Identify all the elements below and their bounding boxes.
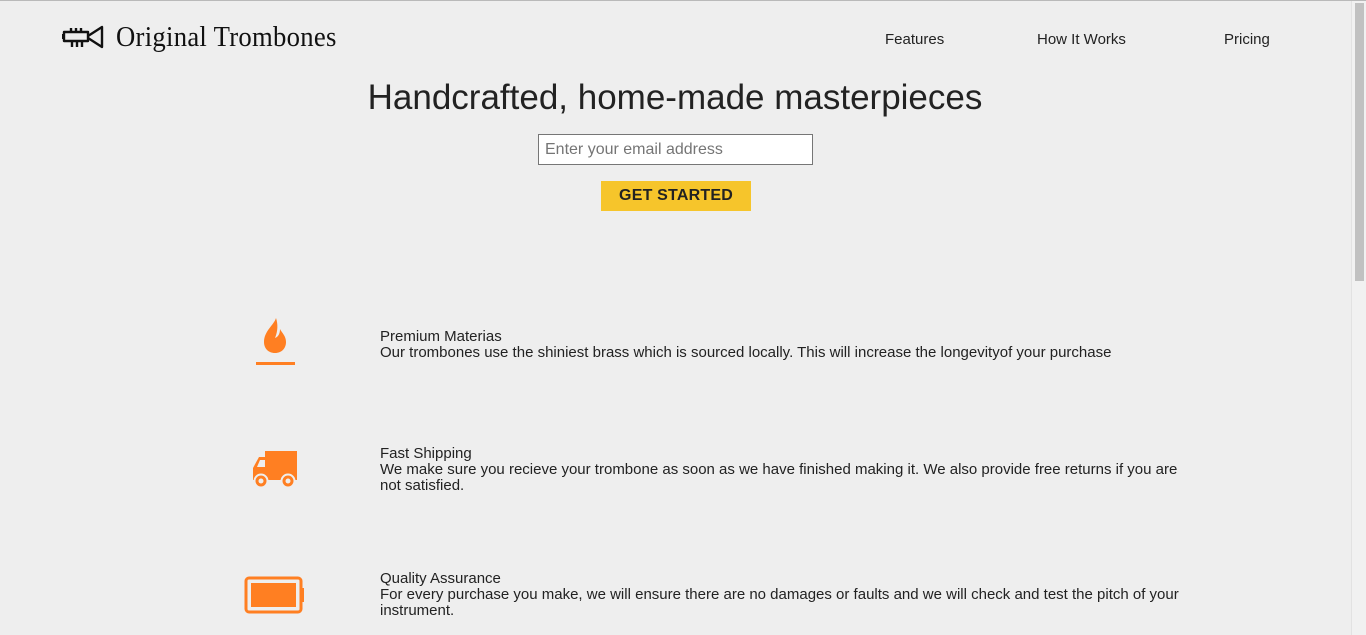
email-input[interactable]	[538, 134, 813, 165]
nav-link-how-it-works[interactable]: How It Works	[1037, 31, 1126, 48]
fire-icon	[256, 318, 295, 365]
feature-text: Quality Assurance For every purchase you…	[380, 571, 1180, 619]
vertical-scrollbar[interactable]	[1351, 1, 1366, 635]
feature-text: Fast Shipping We make sure you recieve y…	[380, 446, 1180, 494]
feature-title: Quality Assurance	[380, 570, 501, 587]
nav-link-pricing[interactable]: Pricing	[1224, 31, 1270, 48]
page: Original Trombones Features How It Works…	[0, 0, 1366, 635]
feature-description: Our trombones use the shiniest brass whi…	[380, 344, 1112, 361]
truck-icon	[253, 451, 297, 489]
get-started-button[interactable]: GET STARTED	[601, 181, 751, 211]
battery-icon	[244, 576, 304, 614]
feature-text: Premium Materias Our trombones use the s…	[380, 329, 1180, 361]
site-header: Original Trombones Features How It Works…	[0, 1, 1350, 71]
nav-link-features[interactable]: Features	[885, 31, 944, 48]
feature-title: Premium Materias	[380, 328, 502, 345]
feature-title: Fast Shipping	[380, 445, 472, 462]
hero-title: Handcrafted, home-made masterpieces	[367, 78, 983, 117]
feature-description: We make sure you recieve your trombone a…	[380, 461, 1178, 494]
feature-description: For every purchase you make, we will ens…	[380, 586, 1179, 619]
scrollbar-thumb[interactable]	[1355, 3, 1364, 281]
main-nav: Features How It Works Pricing	[0, 31, 1350, 51]
